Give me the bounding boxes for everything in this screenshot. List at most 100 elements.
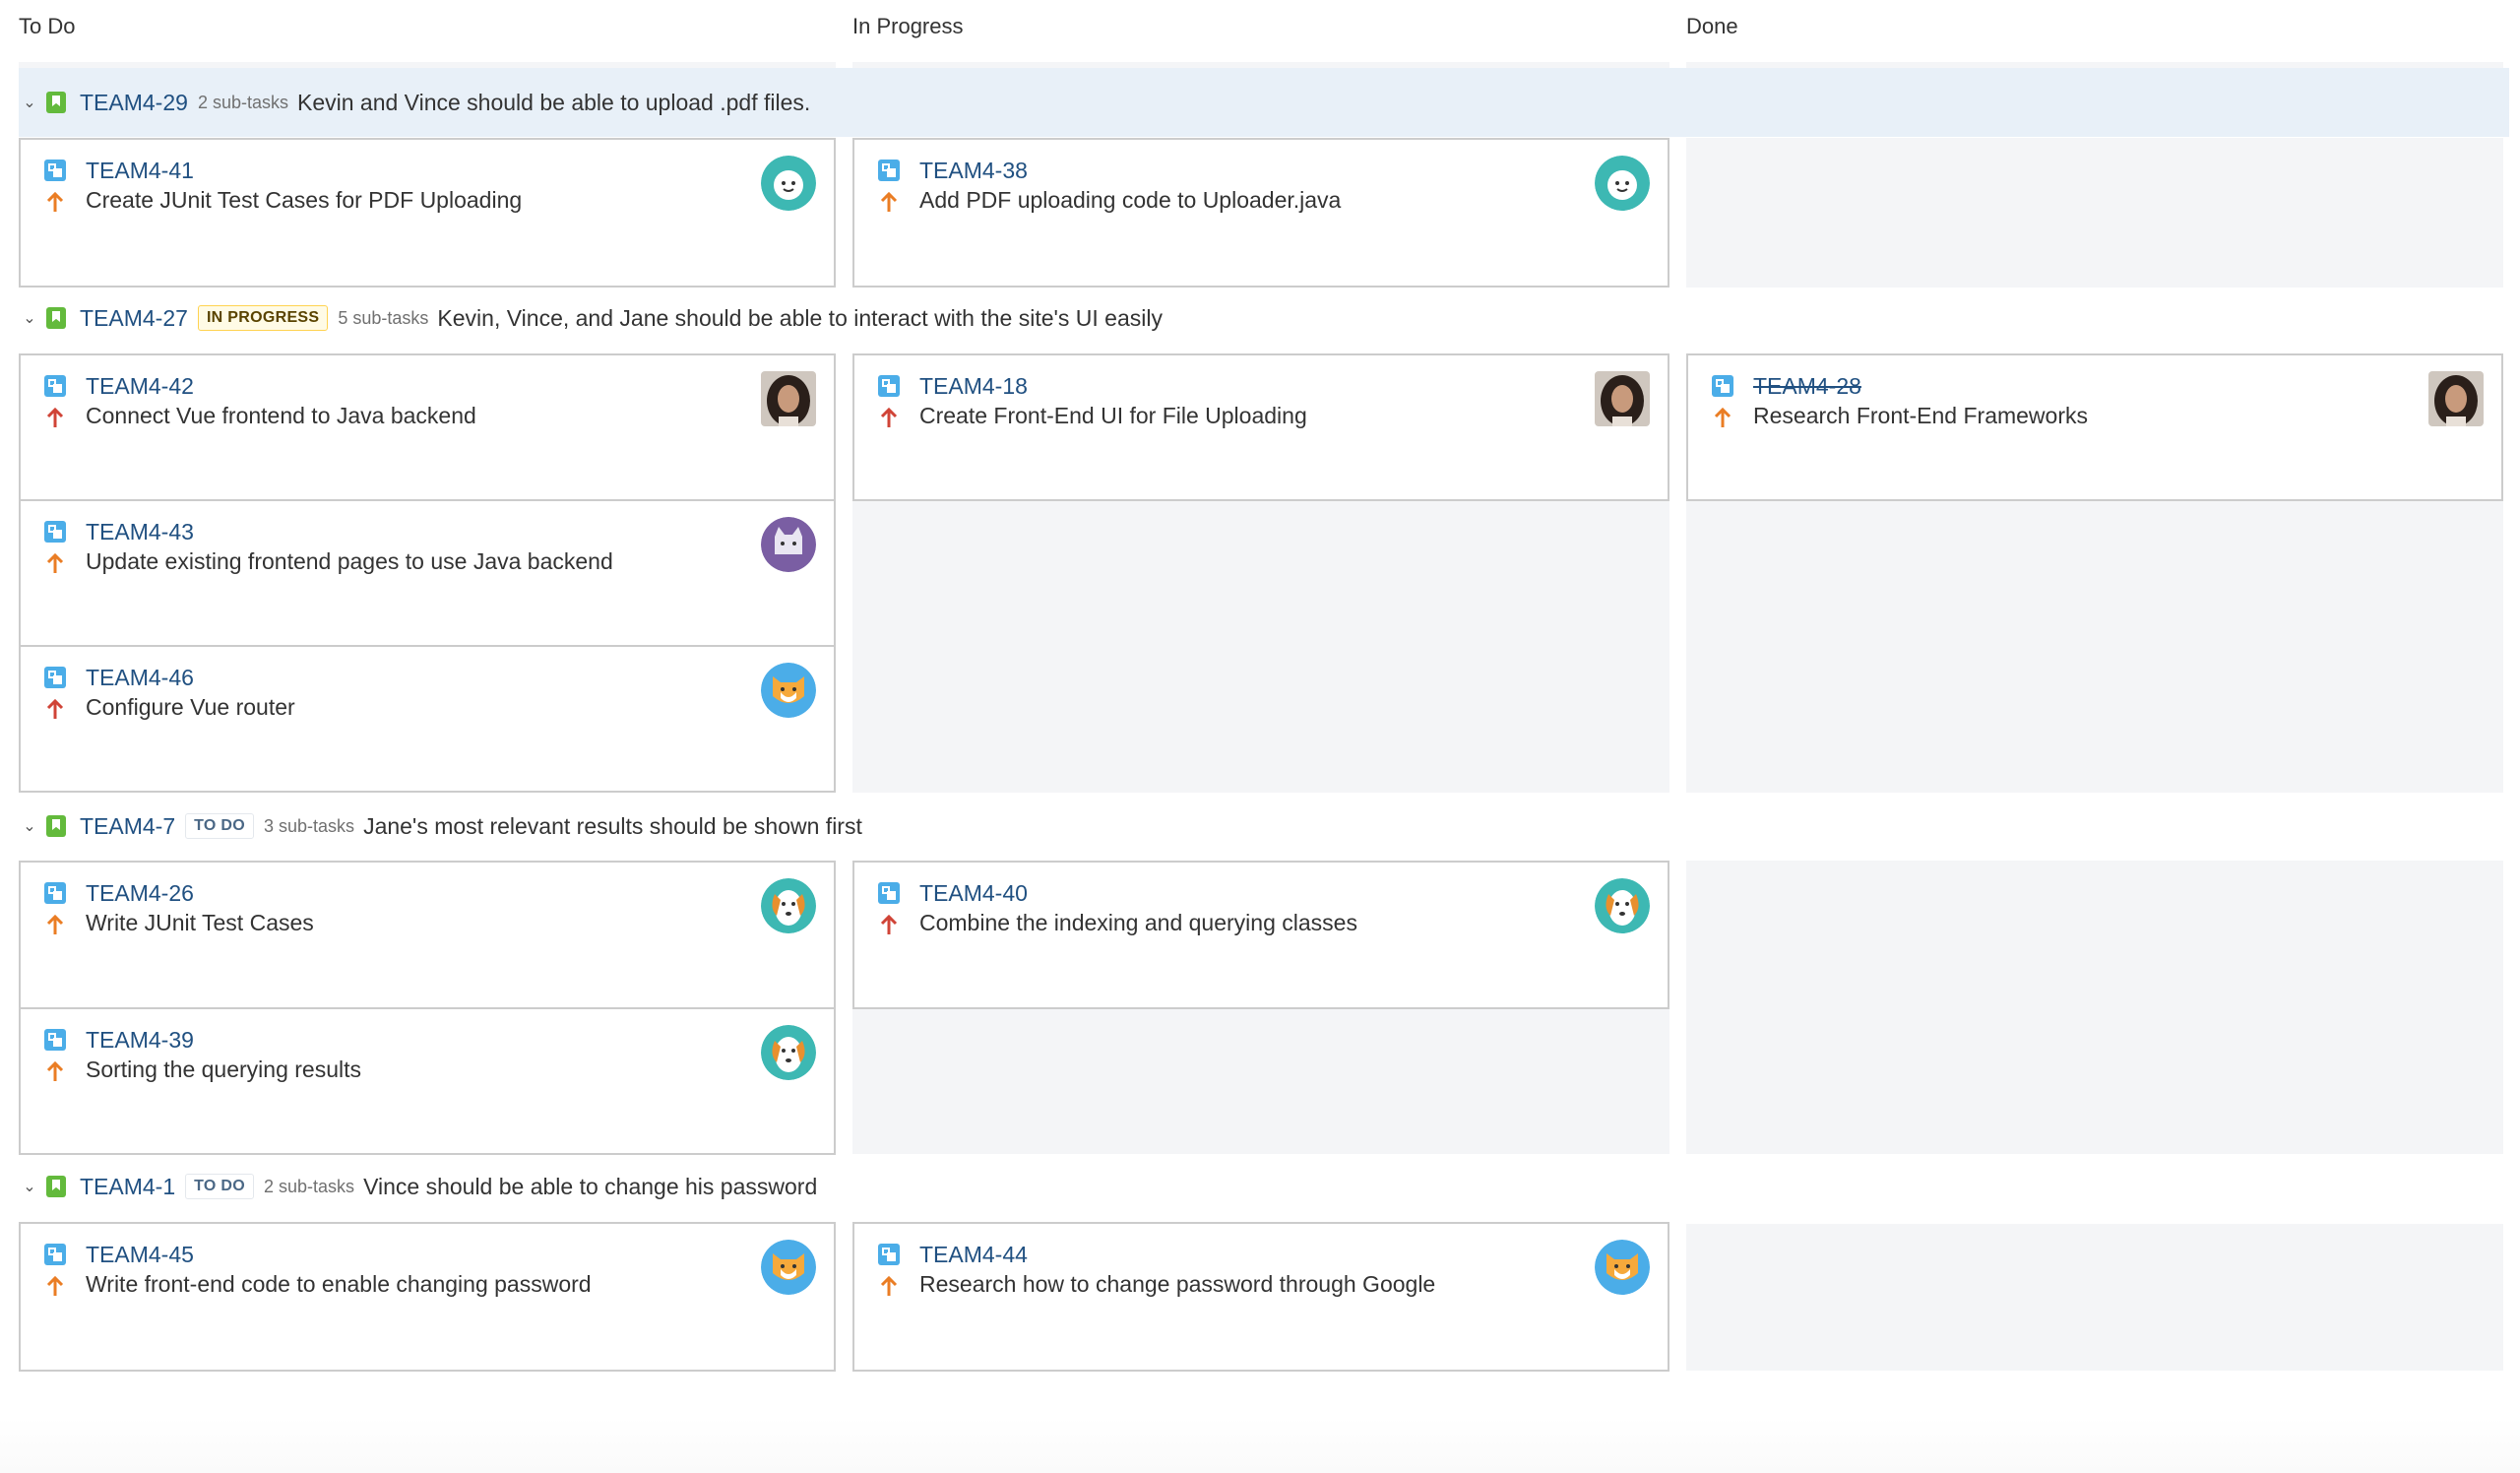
issue-card[interactable]: TEAM4-39 Sorting the querying results — [19, 1007, 836, 1155]
empty-cell-done — [1686, 861, 2503, 1154]
user-photo[interactable] — [2428, 371, 2484, 426]
issue-summary: Write front-end code to enable changing … — [86, 1271, 592, 1297]
priority-high-icon — [46, 698, 64, 719]
issue-key[interactable]: TEAM4-43 — [86, 519, 194, 545]
story-key[interactable]: TEAM4-1 — [80, 1174, 175, 1200]
story-key[interactable]: TEAM4-27 — [80, 305, 188, 332]
dog-icon[interactable] — [761, 1025, 816, 1080]
issue-card[interactable]: TEAM4-46 Configure Vue router — [19, 645, 836, 793]
issue-summary: Sorting the querying results — [86, 1057, 361, 1082]
issue-card[interactable]: TEAM4-43 Update existing frontend pages … — [19, 499, 836, 647]
issue-summary: Connect Vue frontend to Java backend — [86, 403, 476, 428]
column-header-todo: To Do — [19, 14, 76, 38]
issue-key[interactable]: TEAM4-44 — [919, 1242, 1028, 1268]
issue-summary: Research how to change password through … — [919, 1271, 1436, 1297]
empty-cell-done — [1686, 138, 2503, 288]
empty-cell-done — [1686, 500, 2503, 793]
swimlane-header[interactable]: ⌄ TEAM4-1 TO DO 2 sub-tasks Vince should… — [19, 1152, 2509, 1221]
story-summary: Kevin, Vince, and Jane should be able to… — [437, 304, 1163, 331]
priority-medium-icon — [46, 552, 64, 573]
issue-key[interactable]: TEAM4-41 — [86, 158, 194, 184]
status-badge: TO DO — [185, 813, 255, 839]
issue-summary: Combine the indexing and querying classe… — [919, 910, 1357, 935]
chevron-down-icon[interactable]: ⌄ — [21, 93, 38, 112]
issue-card[interactable]: TEAM4-40 Combine the indexing and queryi… — [852, 861, 1670, 1009]
priority-medium-icon — [46, 914, 64, 934]
story-icon — [46, 307, 66, 329]
fox-icon[interactable] — [761, 663, 816, 718]
issue-key[interactable]: TEAM4-28 — [1753, 373, 1861, 400]
story-key[interactable]: TEAM4-29 — [80, 90, 188, 116]
issue-key[interactable]: TEAM4-40 — [919, 880, 1028, 907]
story-summary: Kevin and Vince should be able to upload… — [296, 89, 811, 115]
subtask-count: 2 sub-tasks — [197, 92, 288, 112]
subtask-icon — [44, 1244, 66, 1265]
chevron-down-icon[interactable]: ⌄ — [21, 1177, 38, 1196]
issue-key[interactable]: TEAM4-45 — [86, 1242, 194, 1268]
story-icon — [46, 1176, 66, 1197]
issue-card[interactable]: TEAM4-42 Connect Vue frontend to Java ba… — [19, 353, 836, 501]
issue-card[interactable]: TEAM4-45 Write front-end code to enable … — [19, 1222, 836, 1372]
story-summary: Jane's most relevant results should be s… — [363, 812, 862, 839]
empty-cell-in-progress — [852, 500, 1670, 793]
story-summary: Vince should be able to change his passw… — [363, 1173, 818, 1199]
swimlane-header[interactable]: ⌄ TEAM4-27 IN PROGRESS 5 sub-tasks Kevin… — [19, 284, 2509, 352]
subtask-icon — [878, 882, 900, 904]
story-key[interactable]: TEAM4-7 — [80, 813, 175, 840]
issue-key[interactable]: TEAM4-26 — [86, 880, 194, 907]
issue-key[interactable]: TEAM4-42 — [86, 373, 194, 400]
issue-key[interactable]: TEAM4-39 — [86, 1027, 194, 1054]
subtask-icon — [44, 882, 66, 904]
chevron-down-icon[interactable]: ⌄ — [21, 816, 38, 836]
chevron-down-icon[interactable]: ⌄ — [21, 308, 38, 328]
priority-high-icon — [880, 407, 898, 427]
priority-medium-icon — [880, 1275, 898, 1296]
priority-high-icon — [880, 914, 898, 934]
subtask-count: 3 sub-tasks — [264, 815, 355, 836]
story-icon — [46, 815, 66, 837]
issue-summary: Create Front-End UI for File Uploading — [919, 403, 1307, 428]
subtask-icon — [1712, 375, 1733, 397]
issue-summary: Create JUnit Test Cases for PDF Uploadin… — [86, 187, 523, 213]
dog-icon[interactable] — [761, 878, 816, 933]
issue-summary: Add PDF uploading code to Uploader.java — [919, 187, 1342, 213]
user-photo[interactable] — [1595, 371, 1650, 426]
empty-cell-in-progress — [852, 1008, 1670, 1154]
teal-face-icon[interactable] — [761, 156, 816, 211]
user-photo[interactable] — [761, 371, 816, 426]
subtask-count: 5 sub-tasks — [338, 307, 429, 328]
subtask-icon — [878, 375, 900, 397]
issue-card[interactable]: TEAM4-28 Research Front-End Frameworks — [1686, 353, 2503, 501]
subtask-icon — [44, 375, 66, 397]
column-header-in-progress: In Progress — [852, 14, 964, 38]
issue-key[interactable]: TEAM4-18 — [919, 373, 1028, 400]
purple-cat-icon[interactable] — [761, 517, 816, 572]
swimlane-header[interactable]: ⌄ TEAM4-29 2 sub-tasks Kevin and Vince s… — [19, 68, 2509, 137]
dog-icon[interactable] — [1595, 878, 1650, 933]
status-badge: TO DO — [185, 1174, 255, 1199]
subtask-icon — [878, 1244, 900, 1265]
issue-key[interactable]: TEAM4-38 — [919, 158, 1028, 184]
teal-face-icon[interactable] — [1595, 156, 1650, 211]
issue-key[interactable]: TEAM4-46 — [86, 665, 194, 691]
issue-card[interactable]: TEAM4-18 Create Front-End UI for File Up… — [852, 353, 1670, 501]
story-icon — [46, 92, 66, 113]
priority-medium-icon — [880, 191, 898, 212]
subtask-icon — [878, 160, 900, 181]
column-header-done: Done — [1686, 14, 1738, 38]
issue-summary: Research Front-End Frameworks — [1753, 403, 2088, 428]
fox-icon[interactable] — [761, 1240, 816, 1295]
issue-summary: Write JUnit Test Cases — [86, 910, 314, 935]
footer-shade — [0, 1418, 2520, 1473]
issue-card[interactable]: TEAM4-44 Research how to change password… — [852, 1222, 1670, 1372]
issue-card[interactable]: TEAM4-38 Add PDF uploading code to Uploa… — [852, 138, 1670, 288]
issue-card[interactable]: TEAM4-41 Create JUnit Test Cases for PDF… — [19, 138, 836, 288]
status-badge: IN PROGRESS — [197, 305, 329, 331]
fox-icon[interactable] — [1595, 1240, 1650, 1295]
issue-summary: Update existing frontend pages to use Ja… — [86, 548, 613, 574]
subtask-icon — [44, 1029, 66, 1051]
issue-summary: Configure Vue router — [86, 694, 295, 720]
subtask-icon — [44, 667, 66, 688]
issue-card[interactable]: TEAM4-26 Write JUnit Test Cases — [19, 861, 836, 1009]
swimlane-header[interactable]: ⌄ TEAM4-7 TO DO 3 sub-tasks Jane's most … — [19, 792, 2509, 861]
